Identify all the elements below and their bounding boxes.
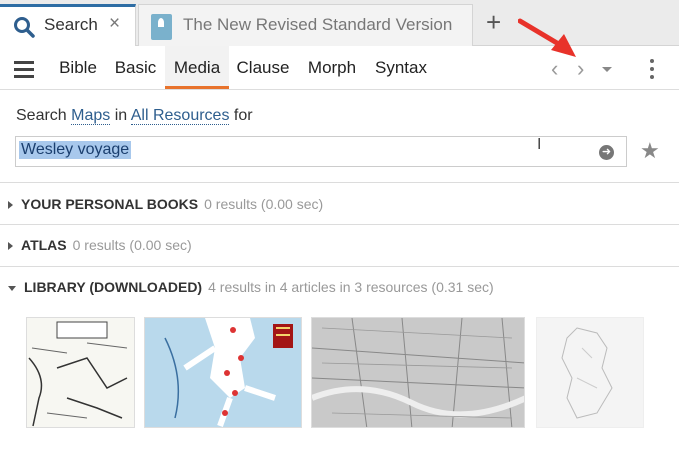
map-thumbnail[interactable] bbox=[311, 317, 525, 428]
map-thumbnail[interactable] bbox=[536, 317, 644, 428]
section-results: 4 results in 4 articles in 3 resources (… bbox=[208, 279, 494, 295]
expand-icon bbox=[8, 242, 13, 251]
section-title: ATLAS bbox=[21, 237, 67, 253]
search-prefix: Search bbox=[16, 107, 67, 124]
tab-bible-label: The New Revised Standard Version bbox=[183, 15, 453, 34]
more-options-icon[interactable] bbox=[650, 59, 654, 83]
divider bbox=[0, 182, 679, 183]
search-for-word: for bbox=[233, 107, 253, 124]
tab-basic[interactable]: Basic bbox=[107, 46, 164, 89]
divider bbox=[0, 266, 679, 267]
expand-icon bbox=[8, 201, 13, 210]
go-icon[interactable]: ➜ bbox=[599, 145, 614, 160]
star-icon[interactable]: ★ bbox=[640, 138, 660, 164]
divider bbox=[0, 224, 679, 225]
tab-clause[interactable]: Clause bbox=[229, 46, 297, 89]
search-scope-link[interactable]: Maps bbox=[71, 107, 111, 125]
map-thumbnail[interactable] bbox=[26, 317, 135, 428]
close-icon[interactable]: × bbox=[109, 13, 120, 35]
tab-search-label: Search bbox=[44, 15, 98, 34]
tab-syntax[interactable]: Syntax bbox=[367, 46, 435, 89]
book-icon bbox=[151, 14, 172, 40]
section-title: YOUR PERSONAL BOOKS bbox=[21, 196, 199, 212]
map-thumbnail[interactable] bbox=[144, 317, 302, 428]
search-description: Search Maps in All Resources for bbox=[16, 107, 253, 125]
tab-morph[interactable]: Morph bbox=[297, 46, 367, 89]
collapse-icon bbox=[8, 285, 16, 291]
section-title: LIBRARY (DOWNLOADED) bbox=[24, 279, 203, 295]
menu-icon[interactable] bbox=[14, 61, 34, 82]
collection-link[interactable]: All Resources bbox=[130, 107, 230, 125]
tab-search[interactable]: Search × bbox=[0, 4, 136, 46]
annotation-arrow-icon bbox=[518, 18, 576, 57]
section-results: 0 results (0.00 sec) bbox=[72, 237, 192, 253]
text-cursor-icon: I bbox=[537, 136, 542, 153]
search-query[interactable]: Wesley voyage bbox=[19, 141, 132, 159]
section-results: 0 results (0.00 sec) bbox=[204, 196, 324, 212]
section-library[interactable]: LIBRARY (DOWNLOADED) 4 results in 4 artic… bbox=[8, 279, 494, 295]
search-in-word: in bbox=[114, 107, 128, 124]
add-tab-button[interactable]: + bbox=[486, 9, 501, 35]
section-personal-books[interactable]: YOUR PERSONAL BOOKS 0 results (0.00 sec) bbox=[8, 196, 323, 212]
tab-media[interactable]: Media bbox=[165, 46, 229, 89]
history-dropdown-icon[interactable] bbox=[602, 67, 612, 72]
section-atlas[interactable]: ATLAS 0 results (0.00 sec) bbox=[8, 237, 192, 253]
search-input[interactable]: Wesley voyage ➜ bbox=[15, 136, 627, 167]
search-icon bbox=[14, 17, 35, 38]
tab-bible[interactable]: The New Revised Standard Version bbox=[138, 4, 473, 46]
tab-bible-search[interactable]: Bible bbox=[49, 46, 107, 89]
